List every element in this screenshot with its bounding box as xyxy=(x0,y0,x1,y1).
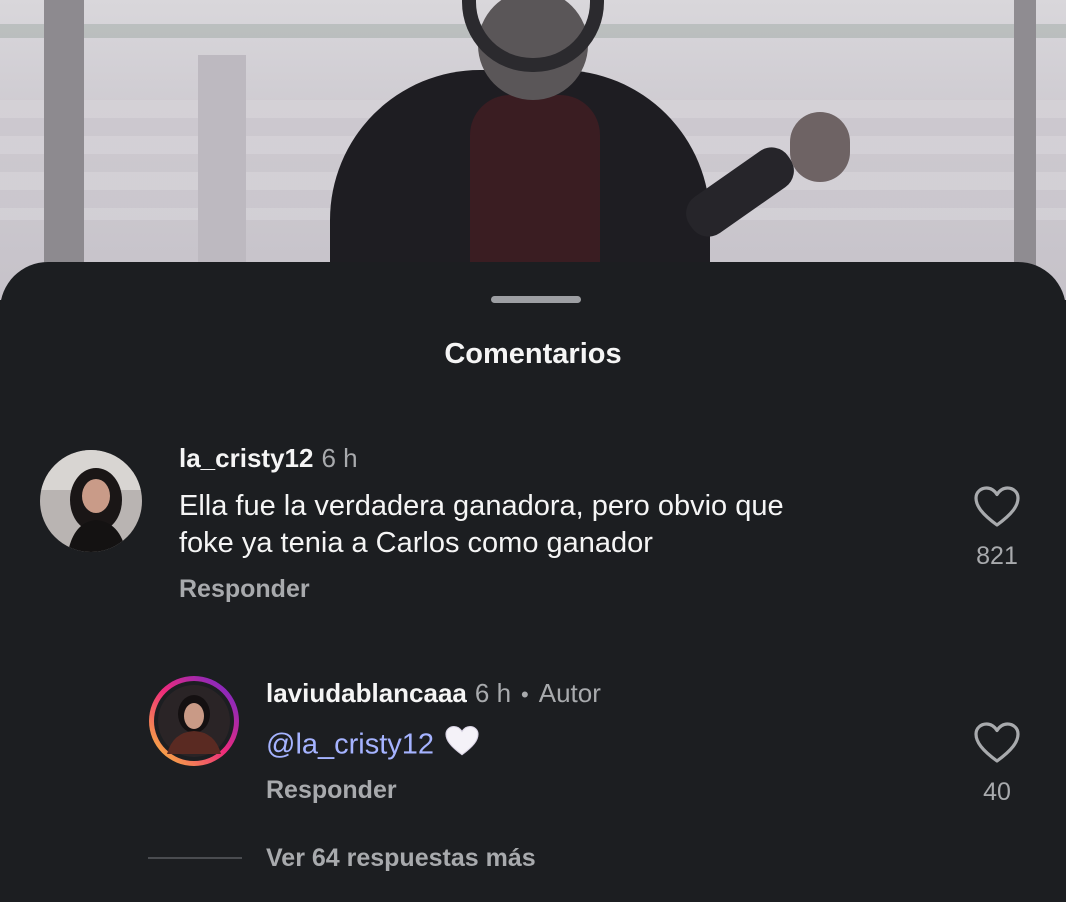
reply-text: @la_cristy12 xyxy=(266,725,480,767)
avatar-story-ring[interactable] xyxy=(147,674,241,768)
separator-dot: • xyxy=(521,682,529,707)
like-button[interactable]: 40 xyxy=(967,722,1027,807)
video-pole xyxy=(198,55,246,275)
timestamp: 6 h xyxy=(474,678,512,708)
like-count: 40 xyxy=(983,778,1011,806)
comments-sheet: Comentarios la_cristy12 6 h Ella fue la v… xyxy=(0,262,1066,902)
reply-item: laviudablancaaa 6 h • Autor @la_cristy12 Re… xyxy=(0,262,1066,902)
video-window-frame-right xyxy=(1014,0,1036,300)
video-background xyxy=(0,0,1066,300)
mention-link[interactable]: @la_cristy12 xyxy=(266,729,434,761)
avatar-photo-icon xyxy=(149,676,239,766)
video-person-hand xyxy=(790,112,850,182)
video-window-frame-left xyxy=(44,0,84,300)
heart-outline-icon xyxy=(974,722,1020,763)
reply-meta: laviudablancaaa 6 h • Autor xyxy=(266,678,601,709)
view-more-replies-button[interactable]: Ver 64 respuestas más xyxy=(266,844,536,873)
white-heart-emoji xyxy=(444,725,480,767)
view-more-divider xyxy=(148,857,242,859)
author-badge: Autor xyxy=(538,678,601,708)
white-heart-icon xyxy=(445,725,479,756)
username[interactable]: laviudablancaaa xyxy=(266,678,467,708)
reply-button[interactable]: Responder xyxy=(266,776,397,805)
